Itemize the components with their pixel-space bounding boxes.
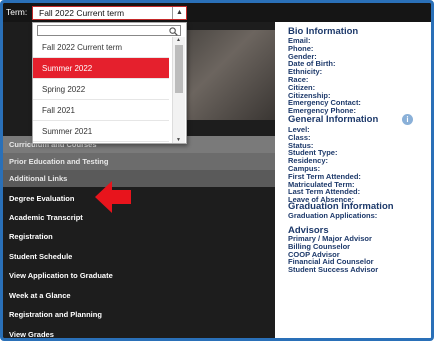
scroll-down-icon[interactable]: ▼ [176,137,181,143]
term-select[interactable]: Fall 2022 Current term ▲ [32,6,187,20]
term-select-value: Fall 2022 Current term [39,8,125,18]
nav-item-week-at-a-glance[interactable]: Week at a Glance [9,291,71,300]
nav-item-academic-transcript[interactable]: Academic Transcript [9,213,83,222]
bio-field-list: Email: Phone: Gender: Date of Birth: Eth… [288,37,361,115]
term-option-list: Fall 2022 Current term Summer 2022 Sprin… [33,37,173,143]
term-option-selected[interactable]: Summer 2022 [33,58,169,79]
term-label: Term: [6,7,28,17]
search-icon [169,27,178,36]
advisor-field: Student Success Advisor [288,265,379,275]
term-option[interactable]: Spring 2022 [33,79,169,100]
nav-item-registration-and-planning[interactable]: Registration and Planning [9,310,102,319]
scroll-thumb[interactable] [175,45,183,93]
red-arrow-shape [95,181,131,213]
nav-section-additional-links[interactable]: Additional Links [3,170,275,187]
general-field-list: Level: Class: Status: Student Type: Resi… [288,126,361,204]
term-option[interactable]: Fall 2021 [33,100,169,121]
nav-section-prior-education[interactable]: Prior Education and Testing [3,153,275,170]
nav-item-view-application-to-graduate[interactable]: View Application to Graduate [9,271,113,280]
info-icon[interactable]: i [402,114,413,125]
nav-item-student-schedule[interactable]: Student Schedule [9,252,72,261]
student-info-panel: Bio Information Email: Phone: Gender: Da… [275,22,431,338]
term-search-input[interactable] [37,25,181,36]
nav-item-view-grades[interactable]: View Grades [9,330,54,338]
graduation-field-list: Graduation Applications: [288,212,377,220]
dropdown-scrollbar[interactable]: ▲ ▼ [172,37,185,143]
graduation-field: Graduation Applications: [288,211,378,220]
nav-item-degree-evaluation[interactable]: Degree Evaluation [9,194,74,203]
red-arrow-annotation [95,181,131,213]
term-dropdown: Fall 2022 Current term Summer 2022 Sprin… [32,22,187,144]
chevron-up-icon[interactable]: ▲ [172,7,186,19]
app-frame: Term: Fall 2022 Current term ▲ Curriculu… [0,0,434,341]
nav-item-registration[interactable]: Registration [9,232,53,241]
term-option[interactable]: Fall 2022 Current term [33,37,169,58]
student-photo [183,30,275,120]
term-option[interactable]: Summer 2021 [33,121,169,142]
advisors-field-list: Primary / Major Advisor Billing Counselo… [288,235,378,274]
general-information-title: General Information [288,114,379,125]
scroll-up-icon[interactable]: ▲ [176,37,181,43]
term-bar: Term: Fall 2022 Current term ▲ [3,3,431,22]
